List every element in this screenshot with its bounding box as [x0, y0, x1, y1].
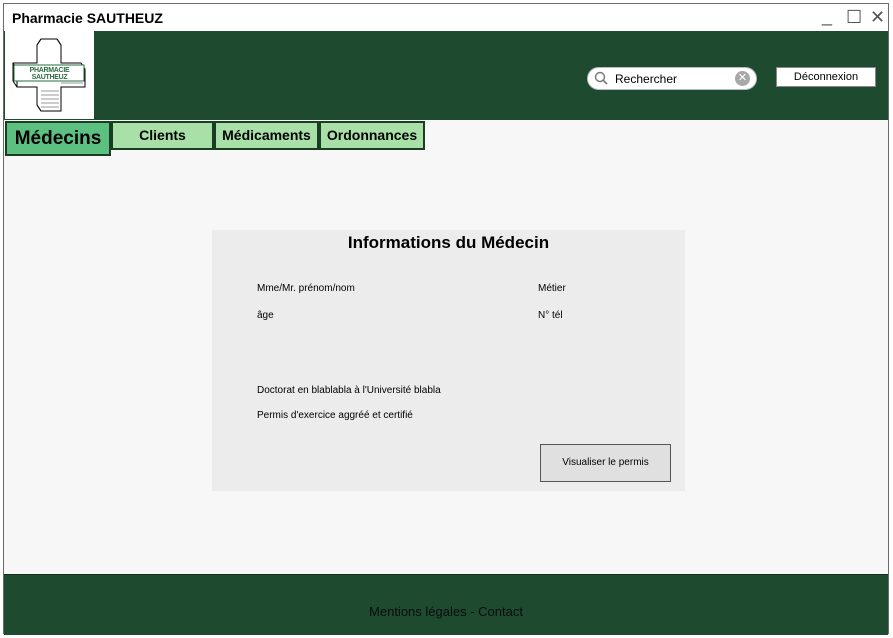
logo-text: PHARMACIE SAUTHEUZ [29, 67, 70, 81]
tab-ordonnances[interactable]: Ordonnances [319, 121, 425, 150]
search-icon [594, 71, 608, 85]
logout-button[interactable]: Déconnexion [776, 67, 876, 87]
view-license-button[interactable]: Visualiser le permis [540, 444, 671, 482]
doctor-job: Métier [538, 283, 566, 294]
section-title: Informations du Médecin [347, 233, 550, 252]
maximize-icon[interactable]: ☐ [846, 7, 862, 27]
footer: Mentions légales - Contact [4, 574, 888, 635]
logo: PHARMACIE SAUTHEUZ [5, 31, 94, 119]
app-window: Pharmacie SAUTHEUZ _ ☐ ✕ PHARMACIE SAUTH… [3, 3, 889, 635]
window-title: Pharmacie SAUTHEUZ [12, 10, 163, 26]
footer-links[interactable]: Mentions légales - Contact [4, 604, 888, 619]
doctor-info-panel: Informations du Médecin Mme/Mr. prénom/n… [212, 230, 685, 491]
close-icon[interactable]: ✕ [870, 7, 885, 27]
doctor-age: âge [257, 310, 274, 321]
tab-clients[interactable]: Clients [111, 121, 214, 150]
tab-medicaments[interactable]: Médicaments [214, 121, 319, 150]
search-input[interactable]: Rechercher ✕ [587, 67, 757, 90]
doctor-phone: N° tél [538, 310, 563, 321]
doctor-license: Permis d'exercice aggréé et certifié [257, 410, 413, 421]
clear-icon[interactable]: ✕ [735, 71, 750, 86]
doctor-education: Doctorat en blablabla à l'Université bla… [257, 385, 441, 396]
minimize-icon[interactable]: _ [822, 6, 832, 26]
header-bar: PHARMACIE SAUTHEUZ Rechercher ✕ Déconnex… [4, 31, 888, 120]
tab-medecins[interactable]: Médecins [5, 121, 111, 156]
title-bar: Pharmacie SAUTHEUZ _ ☐ ✕ [4, 4, 888, 32]
doctor-name: Mme/Mr. prénom/nom [257, 283, 355, 294]
search-value: Rechercher [615, 72, 678, 86]
